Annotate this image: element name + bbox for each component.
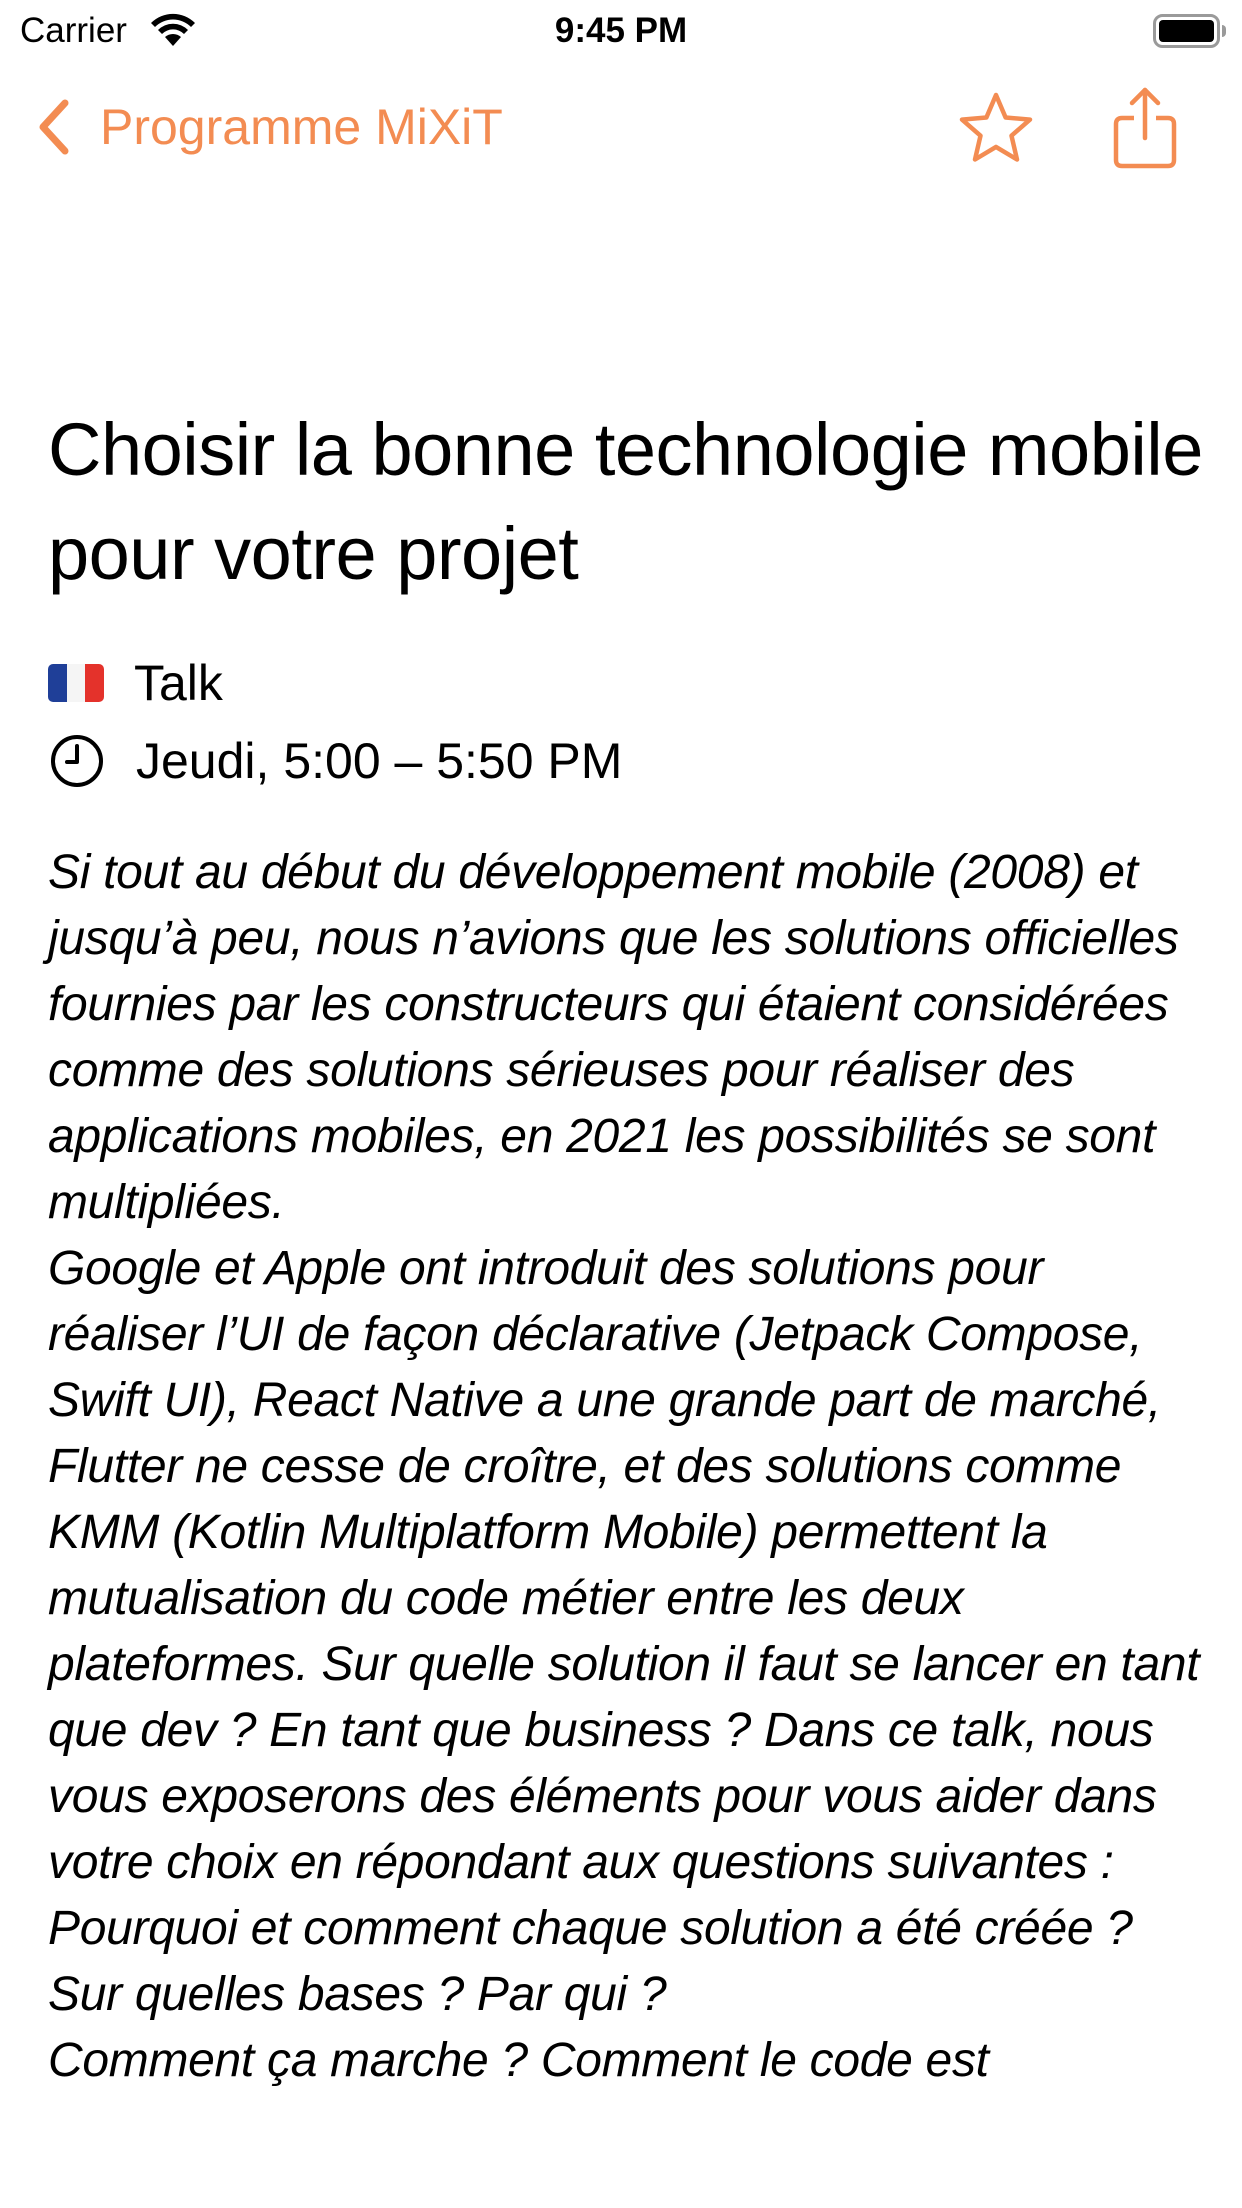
talk-detail-screen: Carrier 9:45 PM Programme MiXiT Choisir … (0, 0, 1242, 2208)
talk-format: Talk (134, 655, 223, 711)
talk-meta: Talk Jeudi, 5:00 – 5:50 PM (48, 644, 1208, 800)
talk-content: Choisir la bonne technologie mobile pour… (48, 398, 1208, 2094)
chevron-left-icon (39, 99, 69, 155)
back-button[interactable]: Programme MiXiT (36, 92, 503, 162)
share-icon[interactable] (1112, 86, 1178, 170)
talk-schedule-row: Jeudi, 5:00 – 5:50 PM (48, 722, 1208, 800)
star-outline-icon[interactable] (958, 90, 1034, 166)
french-flag-icon (48, 664, 105, 702)
status-time: 9:45 PM (554, 11, 688, 50)
battery-icon (1153, 14, 1226, 48)
navigation-bar: Programme MiXiT (0, 62, 1242, 192)
back-button-label: Programme MiXiT (100, 99, 503, 155)
status-bar: Carrier 9:45 PM (0, 0, 1242, 62)
talk-title: Choisir la bonne technologie mobile pour… (48, 408, 1203, 595)
talk-format-row: Talk (48, 644, 1208, 722)
clock-icon (51, 735, 103, 787)
talk-description: Si tout au début du développement mobile… (48, 846, 1200, 2087)
talk-schedule: Jeudi, 5:00 – 5:50 PM (136, 733, 623, 789)
